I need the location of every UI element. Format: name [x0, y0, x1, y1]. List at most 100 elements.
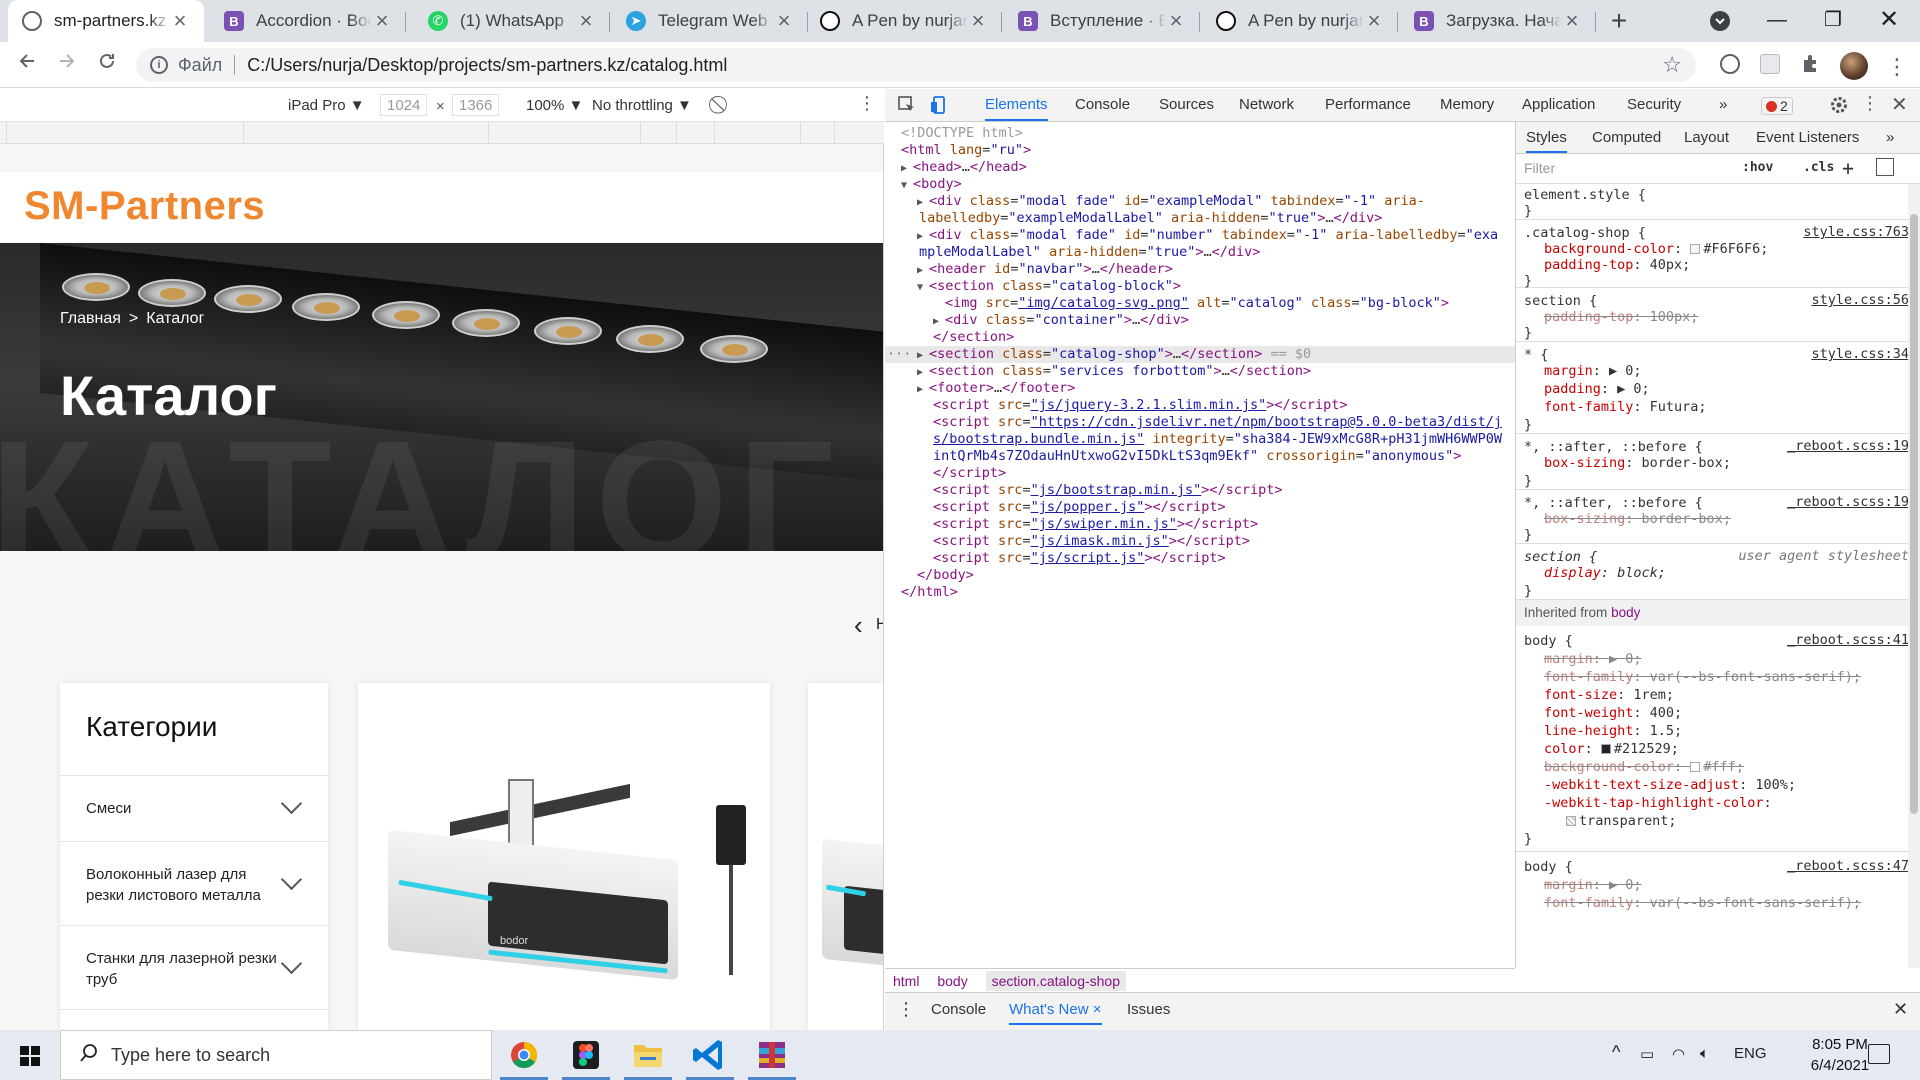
device-width-input[interactable]: 1024 — [380, 94, 428, 116]
style-rule[interactable]: body {_reboot.scss:47 margin: ▶ 0; font-… — [1516, 852, 1920, 968]
chrome-taskbar-button[interactable] — [494, 1030, 554, 1080]
maximize-button[interactable]: ❐ — [1806, 0, 1860, 42]
dom-node[interactable]: </script> — [933, 465, 1515, 482]
close-icon[interactable]: × — [1364, 10, 1384, 32]
dom-node[interactable]: <script src="js/bootstrap.min.js"></scri… — [933, 482, 1515, 499]
avatar[interactable] — [1840, 52, 1868, 80]
drawer-tab-whats-new[interactable]: What's New × — [1009, 1001, 1102, 1025]
dom-node[interactable]: ▶ <header id="navbar">…</header> — [917, 261, 1515, 278]
chevron-up-icon[interactable]: ^ — [1612, 1042, 1620, 1063]
style-rule[interactable]: *, ::after, ::before {_reboot.scss:19 bo… — [1516, 490, 1920, 544]
dom-node[interactable]: mpleModalLabel" aria-hidden="true">…</di… — [919, 244, 1515, 261]
info-icon[interactable]: i — [150, 56, 168, 74]
category-item[interactable]: Станки для лазерной резки труб — [60, 925, 328, 1009]
dom-node[interactable]: labelledby="exampleModalLabel" aria-hidd… — [919, 210, 1515, 227]
vscode-taskbar-button[interactable] — [680, 1030, 740, 1080]
tab-memory[interactable]: Memory — [1440, 89, 1494, 121]
tab-styles[interactable]: Styles — [1526, 129, 1567, 153]
device-select[interactable]: iPad Pro ▼ — [288, 97, 365, 114]
kebab-menu-icon[interactable]: ⋮ — [897, 999, 915, 1020]
tab-search-button[interactable] — [1710, 11, 1730, 31]
kebab-menu-icon[interactable]: ⋮ — [858, 93, 876, 114]
tab-application[interactable]: Application — [1522, 89, 1595, 121]
minimize-button[interactable]: — — [1750, 0, 1804, 42]
url-text[interactable]: C:/Users/nurja/Desktop/projects/sm-partn… — [247, 55, 727, 76]
crumb-body[interactable]: body — [937, 973, 967, 989]
chevron-down-icon[interactable] — [280, 876, 302, 890]
tab-security[interactable]: Security — [1627, 89, 1681, 121]
inherited-from-link[interactable]: body — [1611, 605, 1640, 620]
dom-node[interactable]: <html lang="ru"> — [901, 142, 1515, 159]
dom-node[interactable]: <script src="js/imask.min.js"></script> — [933, 533, 1515, 550]
wifi-icon[interactable]: ◠ — [1672, 1045, 1685, 1063]
product-card[interactable] — [808, 683, 883, 1030]
slider-prev-button[interactable]: ‹ — [854, 610, 863, 641]
dom-node[interactable]: intQrMb4s7ZOdauHnUtxwoG2vI5DkLtS3qm9Ekf"… — [933, 448, 1515, 465]
tab-layout[interactable]: Layout — [1684, 129, 1729, 146]
style-rule[interactable]: section {user agent stylesheet display: … — [1516, 544, 1920, 600]
kebab-menu-icon[interactable]: ⋮ — [1861, 93, 1879, 114]
elements-tree[interactable]: <!DOCTYPE html> <html lang="ru"> ▶ <head>… — [885, 122, 1515, 877]
close-icon[interactable]: × — [1093, 1001, 1102, 1018]
file-explorer-taskbar-button[interactable] — [618, 1030, 678, 1080]
drawer-tab-console[interactable]: Console — [931, 1001, 986, 1018]
class-toggle[interactable]: .cls — [1803, 160, 1834, 175]
dom-node[interactable]: s/bootstrap.bundle.min.js" integrity="sh… — [933, 431, 1515, 448]
close-icon[interactable]: × — [170, 10, 190, 32]
tab-codepen-2[interactable]: A Pen by nurjand × — [1202, 0, 1398, 42]
new-tab-button[interactable]: + — [1604, 6, 1634, 36]
tab-codepen-1[interactable]: A Pen by nurjand × — [806, 0, 1002, 42]
bookmark-star-icon[interactable]: ☆ — [1662, 52, 1682, 78]
dom-node[interactable]: ▶ <div class="modal fade" id="exampleModa… — [917, 193, 1515, 210]
dom-node[interactable]: <script src="https://cdn.jsdelivr.net/np… — [933, 414, 1515, 431]
battery-icon[interactable]: ▭ — [1640, 1045, 1654, 1063]
category-item[interactable]: Волоконный лазер для резки листового мет… — [60, 841, 328, 925]
tab-event-listeners[interactable]: Event Listeners — [1756, 129, 1859, 146]
category-item[interactable]: Смеси — [60, 775, 328, 841]
chevron-down-icon[interactable] — [280, 960, 302, 974]
close-icon[interactable]: ✕ — [1891, 92, 1908, 117]
style-rule[interactable]: body {_reboot.scss:41 margin: ▶ 0; font-… — [1516, 626, 1920, 852]
tab-bootstrap-intro[interactable]: B Вступление · Boo × — [1004, 0, 1200, 42]
dom-node[interactable]: <script src="js/swiper.min.js"></script> — [933, 516, 1515, 533]
search-input[interactable]: Type here to search — [111, 1045, 270, 1066]
device-toggle-icon[interactable] — [929, 95, 949, 115]
breadcrumb-home[interactable]: Главная — [60, 310, 121, 327]
inspect-icon[interactable] — [897, 95, 917, 115]
style-rule[interactable]: element.style { } — [1516, 184, 1920, 220]
forward-button[interactable] — [52, 50, 82, 80]
extension-icon[interactable] — [1760, 54, 1780, 74]
dom-node-selected[interactable]: ··· ▶ <section class="catalog-shop">…</sec… — [885, 346, 1515, 363]
product-card[interactable]: bodor — [358, 683, 770, 1030]
add-rule-icon[interactable]: + — [1842, 156, 1854, 180]
dom-node[interactable]: ▶ <section class="services forbottom">…</… — [917, 363, 1515, 380]
tab-sm-partners[interactable]: sm-partners.kz × — [8, 0, 204, 42]
close-icon[interactable]: × — [576, 10, 596, 32]
start-button[interactable] — [0, 1030, 60, 1080]
site-logo[interactable]: SM-Partners — [24, 184, 265, 229]
tab-performance[interactable]: Performance — [1325, 89, 1411, 121]
tab-console[interactable]: Console — [1075, 89, 1130, 121]
close-icon[interactable]: × — [774, 10, 794, 32]
gear-icon[interactable] — [1829, 95, 1849, 115]
tab-elements[interactable]: Elements — [985, 89, 1048, 121]
dom-node[interactable]: ▶ <div class="container">…</div> — [933, 312, 1515, 329]
dom-node[interactable]: </section> — [933, 329, 1515, 346]
slider-next-button[interactable]: Н — [876, 616, 883, 634]
tab-network[interactable]: Network — [1239, 89, 1294, 121]
close-icon[interactable]: ✕ — [1893, 999, 1908, 1020]
puzzle-icon[interactable] — [1800, 52, 1824, 76]
notifications-icon[interactable] — [1868, 1044, 1890, 1064]
taskbar-search[interactable]: Type here to search — [60, 1030, 492, 1080]
tab-whatsapp[interactable]: ✆ (1) WhatsApp × — [414, 0, 610, 42]
dom-node[interactable]: <script src="js/jquery-3.2.1.slim.min.js… — [933, 397, 1515, 414]
dom-node[interactable]: <script src="js/script.js"></script> — [933, 550, 1515, 567]
device-height-input[interactable]: 1366 — [452, 94, 500, 116]
dom-node[interactable]: <script src="js/popper.js"></script> — [933, 499, 1515, 516]
reload-button[interactable] — [92, 50, 122, 80]
category-item[interactable] — [60, 1009, 328, 1030]
tab-accordion-bootstrap[interactable]: B Accordion · Boots × — [210, 0, 406, 42]
address-bar[interactable]: i Файл C:/Users/nurja/Desktop/projects/s… — [136, 48, 1696, 82]
media-query-ruler[interactable] — [0, 122, 884, 144]
hover-state-toggle[interactable]: :hov — [1742, 160, 1773, 175]
